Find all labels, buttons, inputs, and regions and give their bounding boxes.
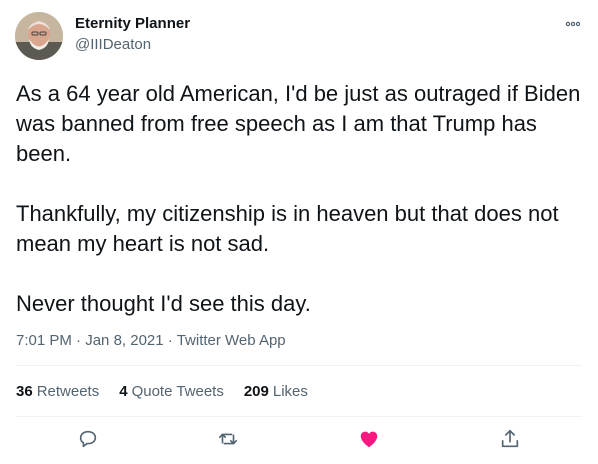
share-icon[interactable]: [499, 428, 521, 450]
quote-tweets-stat[interactable]: 4 Quote Tweets: [119, 383, 224, 400]
retweets-count: 36: [16, 383, 33, 400]
tweet-source[interactable]: Twitter Web App: [177, 332, 286, 349]
tweet-stats: 36 Retweets 4 Quote Tweets 209 Likes: [16, 383, 308, 400]
heart-icon[interactable]: [358, 428, 380, 450]
tweet-meta: 7:01 PM · Jan 8, 2021 · Twitter Web App: [16, 332, 286, 349]
reply-icon[interactable]: [77, 428, 99, 450]
avatar[interactable]: [15, 12, 63, 60]
author-name[interactable]: Eternity Planner: [75, 15, 190, 32]
tweet-time[interactable]: 7:01 PM: [16, 332, 72, 349]
retweets-label: Retweets: [36, 383, 100, 400]
divider: [16, 416, 582, 417]
tweet-text: As a 64 year old American, I'd be just a…: [16, 81, 581, 316]
likes-stat[interactable]: 209 Likes: [244, 383, 308, 400]
meta-separator: ·: [167, 332, 177, 349]
more-icon[interactable]: [564, 15, 582, 33]
likes-count: 209: [243, 383, 269, 400]
retweet-icon[interactable]: [217, 428, 239, 450]
quotes-label: Quote Tweets: [131, 383, 224, 400]
avatar-image: [15, 12, 63, 60]
quotes-count: 4: [119, 383, 128, 400]
retweets-stat[interactable]: 36 Retweets: [16, 383, 99, 400]
divider: [16, 365, 582, 366]
author-handle[interactable]: @IIIDeaton: [75, 36, 151, 53]
meta-separator: ·: [76, 332, 86, 349]
tweet-date[interactable]: Jan 8, 2021: [85, 332, 163, 349]
likes-label: Likes: [272, 383, 308, 400]
action-bar: [0, 428, 598, 452]
tweet-card: Eternity Planner @IIIDeaton As a 64 year…: [0, 0, 598, 464]
